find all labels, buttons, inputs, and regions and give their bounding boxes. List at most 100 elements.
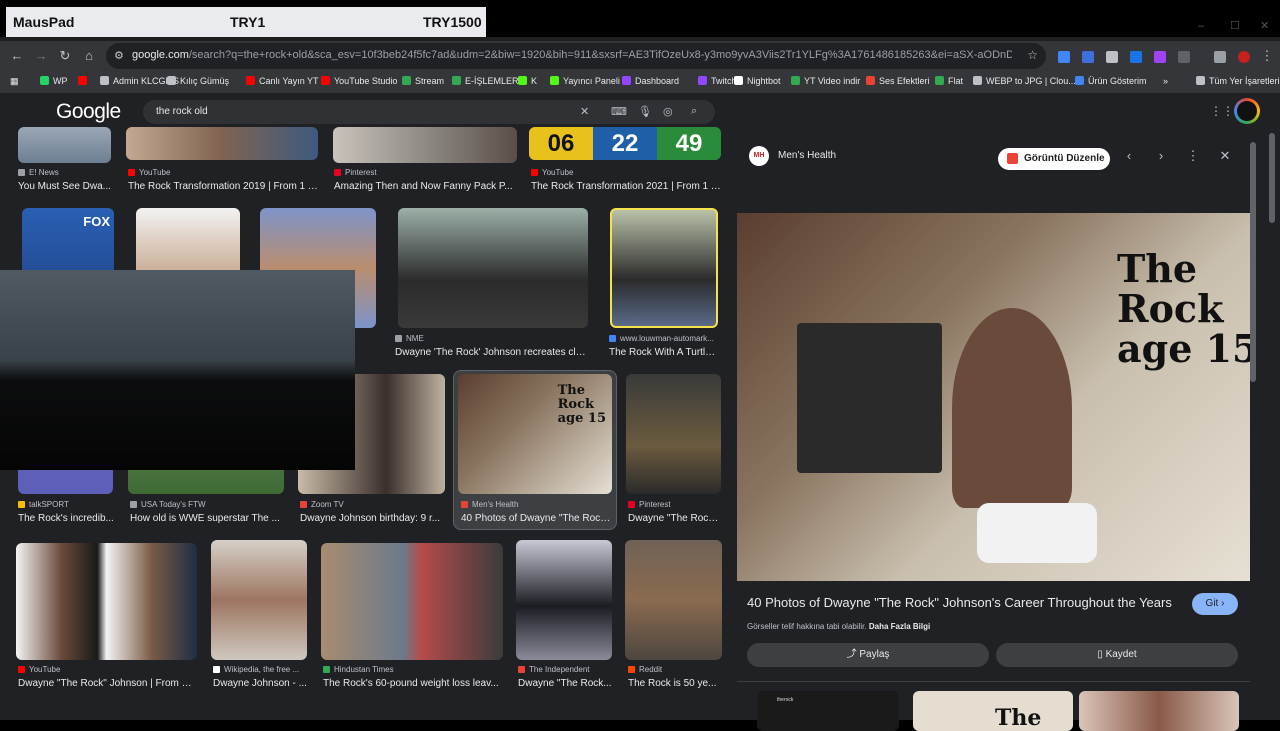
bookmark-item[interactable]: Canlı Yayın YT	[246, 76, 319, 86]
result-source[interactable]: Zoom TV	[300, 500, 344, 509]
share-button[interactable]: ⤴ Paylaş	[747, 643, 989, 667]
result-source[interactable]: E! News	[18, 168, 59, 177]
result-thumbnail[interactable]	[126, 127, 318, 160]
result-source[interactable]: Hindustan Times	[323, 665, 394, 674]
result-title[interactable]: Dwayne 'The Rock' Johnson recreates clas…	[395, 347, 591, 358]
result-source[interactable]: Pinterest	[628, 500, 671, 509]
result-source[interactable]: YouTube	[128, 168, 170, 177]
bookmark-item[interactable]	[78, 76, 91, 86]
bookmark-item[interactable]: YouTube Studio	[321, 76, 397, 86]
result-source[interactable]: Wikipedia, the free ...	[213, 665, 299, 674]
minimize-button[interactable]: –	[1198, 20, 1204, 32]
bookmark-item[interactable]: Kılıç Gümüş	[167, 76, 229, 86]
visit-button[interactable]: Git ›	[1192, 593, 1238, 615]
reload-icon[interactable]: ↻	[56, 47, 74, 65]
bookmark-item[interactable]: Tüm Yer İşaretleri	[1196, 76, 1280, 86]
download-extension-icon[interactable]	[1130, 51, 1142, 63]
result-title[interactable]: Dwayne "The Rock...	[628, 513, 720, 524]
result-title[interactable]: The Rock's 60-pound weight loss leav...	[323, 678, 501, 689]
source-name[interactable]: Men's Health	[778, 150, 836, 161]
related-thumbnail[interactable]: The	[913, 691, 1073, 731]
bookmark-item[interactable]: E-İŞLEMLER	[452, 76, 519, 86]
read-aloud-extension-icon[interactable]	[1082, 51, 1094, 63]
clear-search-icon[interactable]: ✕	[580, 105, 589, 118]
bookmark-item[interactable]: Ses Efektleri	[866, 76, 930, 86]
media-control-icon[interactable]	[1214, 51, 1226, 63]
result-source[interactable]: Men's Health	[461, 500, 518, 509]
result-thumbnail[interactable]	[626, 374, 721, 494]
result-title[interactable]: Dwayne Johnson birthday: 9 r...	[300, 513, 445, 524]
bookmark-item[interactable]: YT Video indir	[791, 76, 860, 86]
bookmark-item[interactable]: WEBP to JPG | Clou...	[973, 76, 1076, 86]
screenshot-extension-icon[interactable]	[1106, 51, 1118, 63]
result-thumbnail[interactable]	[16, 543, 197, 660]
google-logo[interactable]: Google	[56, 100, 121, 124]
forward-arrow-icon[interactable]: →	[32, 47, 50, 65]
google-apps-icon[interactable]: ⋮⋮	[1210, 104, 1234, 118]
result-title[interactable]: The Rock is 50 ye...	[628, 678, 718, 689]
bookmark-item[interactable]: Stream	[402, 76, 444, 86]
result-title[interactable]: The Rock Transformation 2019 | From 1 T.…	[128, 181, 318, 192]
search-box[interactable]: the rock old ✕ ⌨ 🎙 ◎ ⌕	[143, 100, 715, 124]
more-options-icon[interactable]: ⋮	[1184, 148, 1202, 164]
keyboard-icon[interactable]: ⌨	[611, 105, 627, 118]
related-thumbnail[interactable]: therock	[757, 691, 899, 731]
result-title[interactable]: Dwayne "The Rock" Johnson | From 1 ...	[18, 678, 196, 689]
bookmark-item[interactable]: Dashboard	[622, 76, 679, 86]
result-thumbnail[interactable]: The Rock age 15	[458, 374, 612, 494]
result-title[interactable]: Dwayne Johnson - ...	[213, 678, 307, 689]
result-source[interactable]: YouTube	[18, 665, 60, 674]
result-title[interactable]: You Must See Dwa...	[18, 181, 113, 192]
result-title[interactable]: 40 Photos of Dwayne "The Rock...	[461, 513, 611, 524]
close-window-button[interactable]: ✕	[1260, 19, 1269, 32]
result-thumbnail[interactable]: 06 22 49	[529, 127, 721, 160]
result-thumbnail[interactable]	[18, 127, 111, 163]
result-thumbnail[interactable]	[321, 543, 503, 660]
bookmark-item[interactable]: Yayıncı Paneli	[550, 76, 620, 86]
close-icon[interactable]: ✕	[1216, 148, 1234, 164]
next-image-icon[interactable]: ›	[1152, 148, 1170, 163]
panel-scrollbar[interactable]	[1250, 142, 1256, 382]
bookmark-item[interactable]: WP	[40, 76, 68, 86]
site-info-icon[interactable]: ⚙	[114, 49, 124, 62]
preview-title[interactable]: 40 Photos of Dwayne "The Rock" Johnson's…	[747, 595, 1172, 610]
result-thumbnail[interactable]	[398, 208, 588, 328]
result-source[interactable]: www.louwman-automark...	[609, 334, 719, 343]
maximize-button[interactable]: ☐	[1230, 19, 1240, 32]
result-title[interactable]: How old is WWE superstar The ...	[130, 513, 280, 524]
preview-image[interactable]: The Rock age 15	[737, 213, 1250, 581]
result-source[interactable]: Reddit	[628, 665, 662, 674]
search-icon[interactable]: ⌕	[691, 105, 697, 118]
bookmark-item[interactable]: K	[518, 76, 537, 86]
result-thumbnail[interactable]	[333, 127, 517, 163]
bookmark-item[interactable]: Nightbot	[734, 76, 781, 86]
save-button[interactable]: ▯ Kaydet	[996, 643, 1238, 667]
result-source[interactable]: USA Today's FTW	[130, 500, 206, 509]
bookmark-item[interactable]: Flat	[935, 76, 963, 86]
result-source[interactable]: The Independent	[518, 665, 590, 674]
bookmark-item[interactable]: »	[1163, 76, 1168, 86]
profile-icon[interactable]	[1238, 51, 1250, 63]
extensions-puzzle-icon[interactable]	[1178, 51, 1190, 63]
bookmark-star-icon[interactable]: ☆	[1027, 48, 1038, 62]
result-source[interactable]: YouTube	[531, 168, 573, 177]
account-avatar[interactable]	[1234, 98, 1260, 124]
bookmark-item[interactable]: Ürün Gösterim	[1075, 76, 1147, 86]
back-arrow-icon[interactable]: ←	[8, 47, 26, 65]
learn-more-link[interactable]: Daha Fazla Bilgi	[869, 622, 930, 631]
twitch-extension-icon[interactable]	[1154, 51, 1166, 63]
result-title[interactable]: The Rock With A Turtle...	[609, 347, 719, 358]
page-scrollbar[interactable]	[1269, 133, 1275, 223]
result-source[interactable]: Pinterest	[334, 168, 377, 177]
home-icon[interactable]: ⌂	[80, 47, 98, 65]
result-title[interactable]: The Rock's incredib...	[18, 513, 118, 524]
result-source[interactable]: talkSPORT	[18, 500, 69, 509]
browser-menu-icon[interactable]: ⋮	[1258, 47, 1276, 65]
result-title[interactable]: Dwayne "The Rock...	[518, 678, 612, 689]
related-thumbnail[interactable]	[1079, 691, 1239, 731]
address-bar[interactable]: ⚙ google.com/search?q=the+rock+old&sca_e…	[106, 43, 1046, 69]
result-thumbnail[interactable]	[211, 540, 307, 660]
apps-grid-icon[interactable]: ▦	[10, 76, 19, 87]
previous-image-icon[interactable]: ‹	[1120, 148, 1138, 163]
bookmark-item[interactable]: Twitch	[698, 76, 737, 86]
